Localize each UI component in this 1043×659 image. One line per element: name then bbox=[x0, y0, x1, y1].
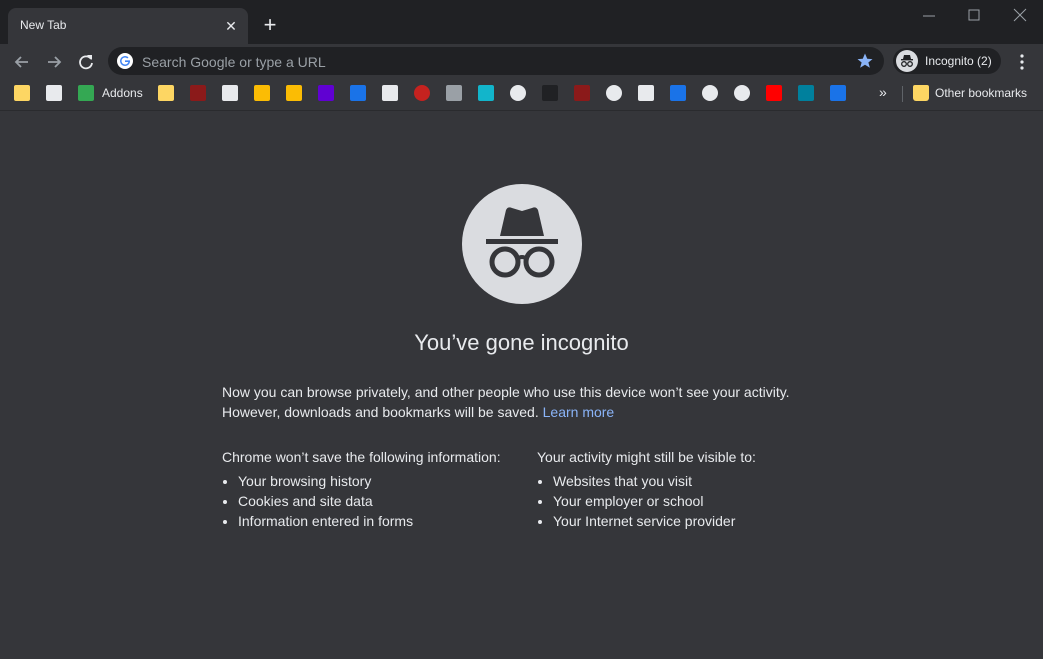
omnibox[interactable]: Search Google or type a URL bbox=[108, 47, 884, 75]
list-item: Information entered in forms bbox=[238, 511, 501, 531]
incognito-hero-icon bbox=[462, 184, 582, 304]
menu-icon[interactable] bbox=[1012, 50, 1032, 74]
still-visible-title: Your activity might still be visible to: bbox=[537, 449, 756, 465]
puzzle-icon[interactable] bbox=[78, 85, 94, 101]
incognito-profile-button[interactable]: Incognito (2) bbox=[893, 48, 1001, 74]
other-bookmarks-label[interactable]: Other bookmarks bbox=[935, 86, 1027, 100]
globe-icon[interactable] bbox=[510, 85, 526, 101]
bw-icon[interactable] bbox=[350, 85, 366, 101]
bing-icon[interactable] bbox=[798, 85, 814, 101]
tab-title: New Tab bbox=[20, 18, 67, 32]
h-yellow-icon[interactable] bbox=[254, 85, 270, 101]
h-red-icon[interactable] bbox=[574, 85, 590, 101]
back-button[interactable] bbox=[10, 50, 34, 74]
toolbar: Search Google or type a URL Incognito (2… bbox=[0, 44, 1043, 78]
htg-icon[interactable] bbox=[542, 85, 558, 101]
omnibox-placeholder: Search Google or type a URL bbox=[142, 54, 326, 70]
list-item: Your Internet service provider bbox=[553, 511, 756, 531]
bookmarks-divider bbox=[902, 86, 903, 102]
incognito-icon bbox=[896, 50, 918, 72]
still-visible-column: Your activity might still be visible to:… bbox=[537, 447, 756, 531]
y-teal-icon[interactable] bbox=[478, 85, 494, 101]
intro-line-1: Now you can browse privately, and other … bbox=[222, 384, 790, 400]
wont-save-column: Chrome won’t save the following informat… bbox=[222, 447, 501, 531]
image-icon[interactable] bbox=[46, 85, 62, 101]
reload-button[interactable] bbox=[74, 50, 98, 74]
tab-new-tab[interactable]: New Tab ✕ bbox=[8, 8, 248, 44]
intro-text: Now you can browse privately, and other … bbox=[222, 382, 822, 422]
image-icon[interactable] bbox=[638, 85, 654, 101]
list-item: Websites that you visit bbox=[553, 471, 756, 491]
power-icon[interactable] bbox=[414, 85, 430, 101]
folder-icon[interactable] bbox=[14, 85, 30, 101]
globe-icon[interactable] bbox=[734, 85, 750, 101]
image-icon[interactable] bbox=[382, 85, 398, 101]
image-icon[interactable] bbox=[222, 85, 238, 101]
list-item: Your browsing history bbox=[238, 471, 501, 491]
minimize-button[interactable] bbox=[916, 6, 942, 26]
folder-icon bbox=[913, 85, 929, 101]
hand-icon[interactable] bbox=[446, 85, 462, 101]
bookmark-star-icon[interactable] bbox=[856, 52, 874, 75]
tab-close-icon[interactable]: ✕ bbox=[222, 17, 240, 35]
intro-line-2: However, downloads and bookmarks will be… bbox=[222, 404, 539, 420]
forward-button[interactable] bbox=[42, 50, 66, 74]
learn-more-link[interactable]: Learn more bbox=[543, 404, 615, 420]
wp-icon[interactable] bbox=[830, 85, 846, 101]
list-item: Your employer or school bbox=[553, 491, 756, 511]
wont-save-title: Chrome won’t save the following informat… bbox=[222, 449, 501, 465]
close-window-button[interactable] bbox=[1007, 6, 1033, 26]
h-red-icon[interactable] bbox=[190, 85, 206, 101]
list-item: Cookies and site data bbox=[238, 491, 501, 511]
maximize-button[interactable] bbox=[961, 6, 987, 26]
globe-icon[interactable] bbox=[606, 85, 622, 101]
yahoo-icon[interactable] bbox=[318, 85, 334, 101]
bookmark-label[interactable]: Addons bbox=[102, 86, 143, 100]
new-tab-button[interactable]: + bbox=[258, 14, 282, 38]
h-yellow-icon[interactable] bbox=[286, 85, 302, 101]
profile-label: Incognito (2) bbox=[925, 54, 992, 68]
globe-icon[interactable] bbox=[702, 85, 718, 101]
hn-icon[interactable] bbox=[670, 85, 686, 101]
google-icon bbox=[117, 53, 133, 74]
folder-icon[interactable] bbox=[158, 85, 174, 101]
page-title: You’ve gone incognito bbox=[414, 330, 629, 355]
youtube-icon[interactable] bbox=[766, 85, 782, 101]
more-bookmarks-chevron-icon[interactable]: » bbox=[879, 84, 887, 100]
bookmarks-bar: Addons » Other bookmarks bbox=[0, 78, 1043, 111]
title-bar: New Tab ✕ + bbox=[0, 0, 1043, 44]
